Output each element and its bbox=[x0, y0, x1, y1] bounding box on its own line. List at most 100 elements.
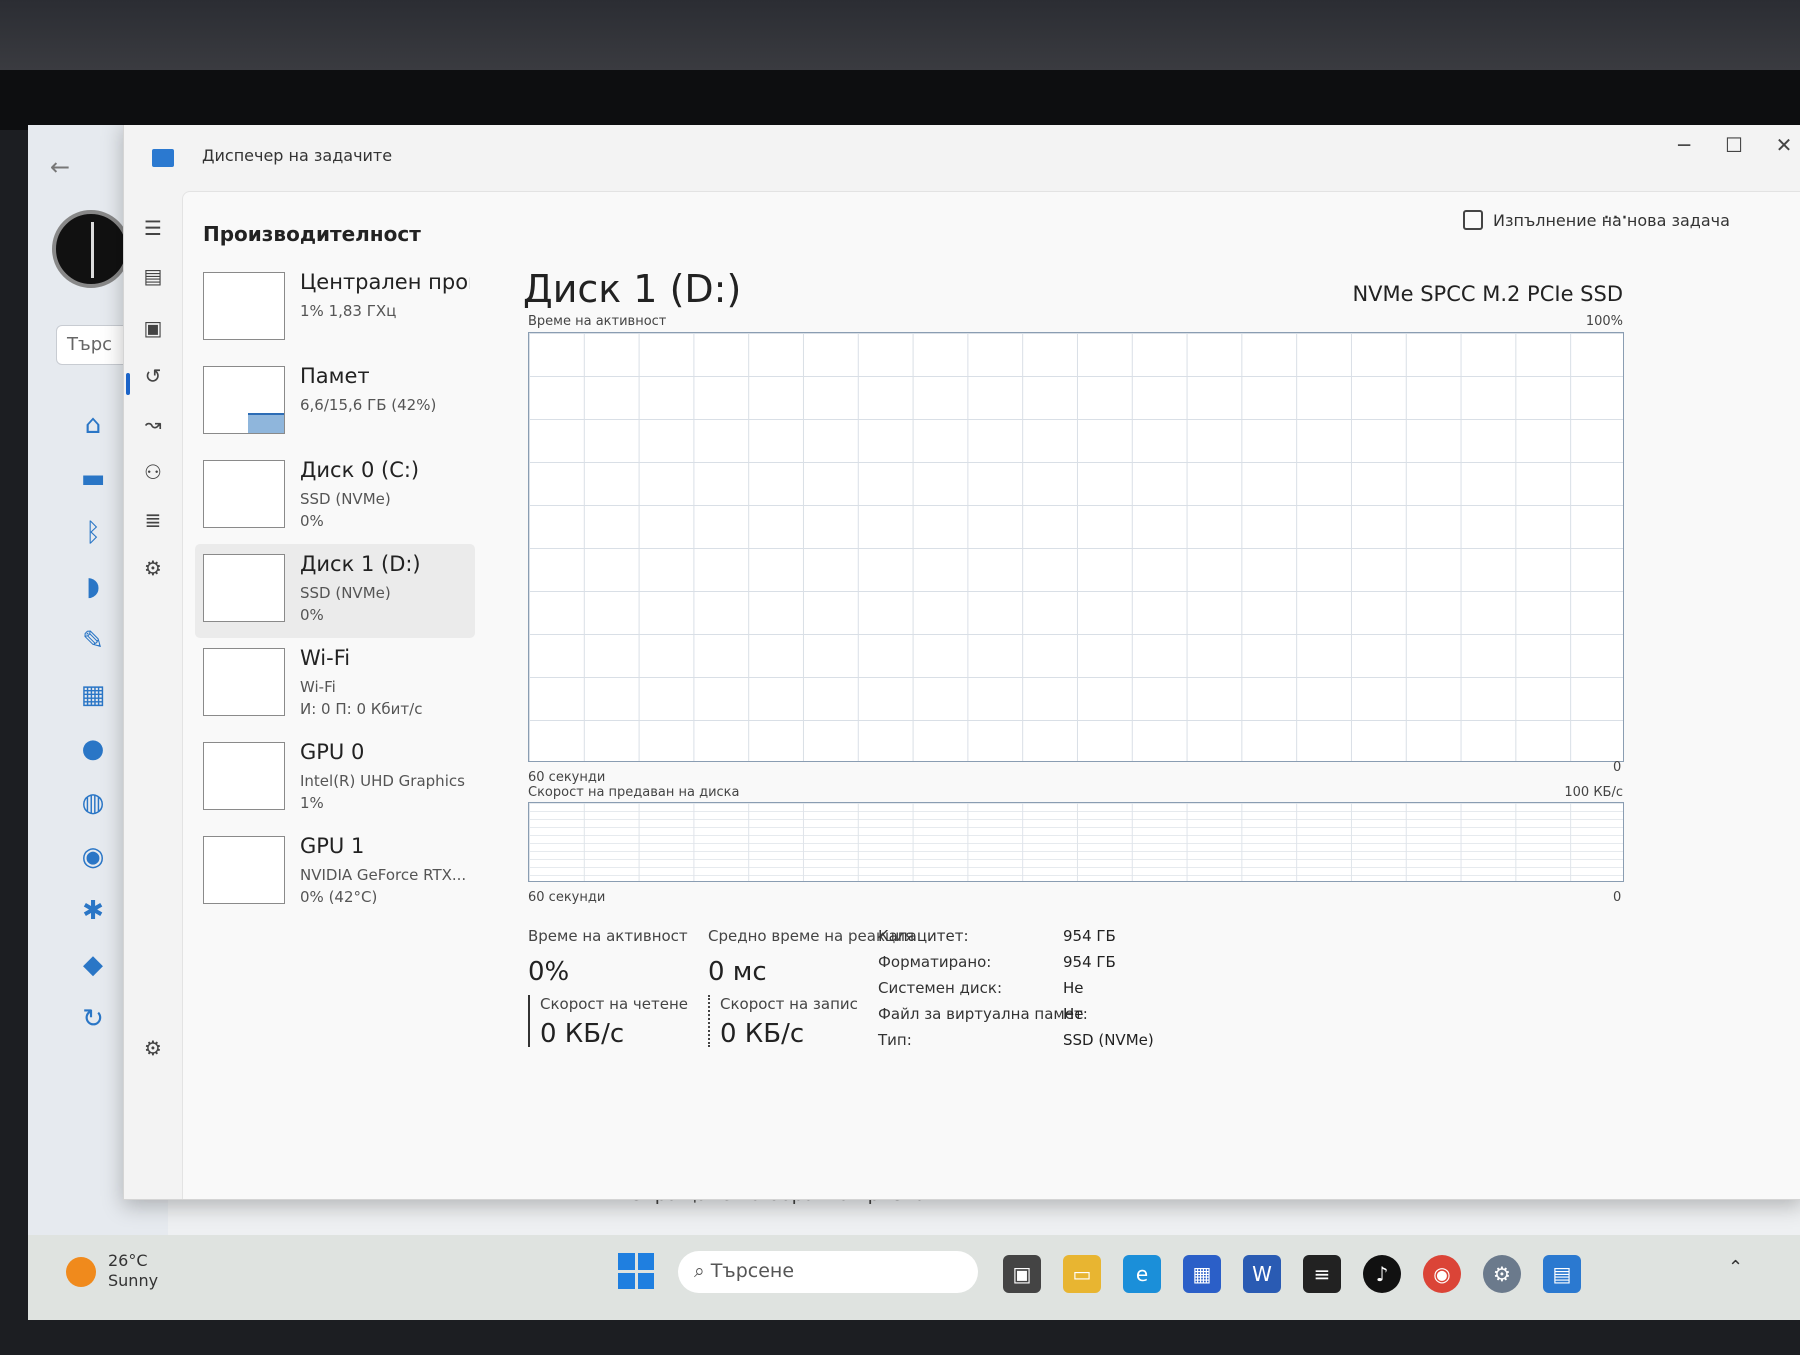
brand-logo bbox=[52, 210, 130, 288]
screen: ← Търс ⌂ ▬ ᛒ ◗ ✎ ▦ ● ◍ ◉ ✱ ◆ ↻ Изпращане… bbox=[28, 125, 1800, 1320]
device-item-wifi[interactable]: Wi-Fi Wi-Fi И: 0 П: 0 Кбит/с bbox=[195, 638, 475, 732]
response-time-value: 0 мс bbox=[708, 957, 767, 987]
brush-icon[interactable]: ✎ bbox=[68, 626, 118, 680]
window-title: Диспечер на задачите bbox=[202, 146, 393, 165]
device-item-gpu-0[interactable]: GPU 0 Intel(R) UHD Graphics 1% bbox=[195, 732, 475, 826]
task-manager-icon bbox=[152, 149, 174, 167]
device-name: Wi-Fi bbox=[300, 646, 351, 670]
system-disk-value: Не bbox=[1063, 979, 1084, 997]
device-thumbnail bbox=[203, 554, 285, 622]
wifi-icon[interactable]: ◗ bbox=[68, 572, 118, 626]
task-manager-window: Диспечер на задачите ─ ☐ ✕ ☰ ▤ ▣ ↺ ↝ ⚇ ≣… bbox=[123, 125, 1800, 1200]
taskbar: 26°C Sunny ⌕ Търсене ▣ ▭ e ▦ W ≡ ♪ ◉ ⚙ ▤… bbox=[28, 1235, 1800, 1320]
details-icon[interactable]: ≣ bbox=[136, 503, 170, 537]
device-thumbnail bbox=[203, 836, 285, 904]
device-usage: 1% bbox=[300, 794, 324, 812]
apps-icon[interactable]: ▦ bbox=[68, 680, 118, 734]
tiktok-icon[interactable]: ♪ bbox=[1363, 1255, 1401, 1293]
active-time-label: Време на активност bbox=[528, 927, 688, 945]
disk-model: NVMe SPCC M.2 PCIe SSD bbox=[1352, 282, 1623, 306]
page-file-label: Файл за виртуална памет: bbox=[878, 1005, 1088, 1023]
device-item-gpu-1[interactable]: GPU 1 NVIDIA GeForce RTX... 0% (42°C) bbox=[195, 826, 475, 920]
run-new-task-button[interactable]: Изпълнение на нова задача bbox=[1463, 210, 1730, 230]
file-explorer-icon[interactable]: ▭ bbox=[1063, 1255, 1101, 1293]
type-value: SSD (NVMe) bbox=[1063, 1031, 1154, 1049]
device-name: Централен процесор bbox=[300, 270, 470, 294]
performance-icon[interactable]: ▣ bbox=[136, 311, 170, 345]
taskbar-search[interactable]: ⌕ Търсене bbox=[678, 1251, 978, 1293]
weather-widget[interactable]: 26°C Sunny bbox=[108, 1251, 158, 1291]
capacity-label: Капацитет: bbox=[878, 927, 969, 945]
new-task-icon bbox=[1463, 210, 1483, 230]
device-name: GPU 1 bbox=[300, 834, 365, 858]
write-speed-label: Скорост на запис bbox=[720, 995, 858, 1013]
taskbar-search-label: Търсене bbox=[710, 1260, 795, 1282]
home-icon[interactable]: ⌂ bbox=[68, 410, 118, 464]
chrome-icon[interactable]: ◉ bbox=[1423, 1255, 1461, 1293]
account-icon[interactable]: ● bbox=[68, 734, 118, 788]
capacity-value: 954 ГБ bbox=[1063, 927, 1116, 945]
globe-icon[interactable]: ◍ bbox=[68, 788, 118, 842]
device-thumbnail bbox=[203, 366, 285, 434]
read-speed-marker bbox=[528, 995, 530, 1047]
page-file-value: Не bbox=[1063, 1005, 1084, 1023]
app-history-icon[interactable]: ↺ bbox=[136, 359, 170, 393]
system-disk-label: Системен диск: bbox=[878, 979, 1003, 997]
device-name: GPU 0 bbox=[300, 740, 365, 764]
transfer-chart-max: 100 КБ/с bbox=[1564, 785, 1623, 800]
activity-chart-label: Време на активност bbox=[528, 314, 667, 329]
start-button[interactable] bbox=[618, 1253, 654, 1289]
hamburger-menu-icon[interactable]: ☰ bbox=[136, 211, 170, 245]
minimize-button[interactable]: ─ bbox=[1664, 133, 1704, 157]
sun-icon[interactable] bbox=[66, 1257, 96, 1287]
services-icon[interactable]: ⚙ bbox=[136, 551, 170, 585]
device-item-disk-1[interactable]: Диск 1 (D:) SSD (NVMe) 0% bbox=[195, 544, 475, 638]
word-icon[interactable]: W bbox=[1243, 1255, 1281, 1293]
settings-icon[interactable]: ⚙ bbox=[136, 1031, 170, 1065]
processes-icon[interactable]: ▤ bbox=[136, 259, 170, 293]
device-detail: SSD (NVMe) bbox=[300, 490, 391, 508]
gamepad-icon[interactable]: ◉ bbox=[68, 842, 118, 896]
write-speed-marker bbox=[708, 995, 710, 1047]
back-arrow-icon[interactable]: ← bbox=[50, 153, 70, 181]
display-icon[interactable]: ▬ bbox=[68, 464, 118, 518]
startup-apps-icon[interactable]: ↝ bbox=[136, 407, 170, 441]
device-detail: Wi-Fi bbox=[300, 678, 336, 696]
shield-icon[interactable]: ◆ bbox=[68, 950, 118, 1004]
device-item-cpu[interactable]: Централен процесор 1% 1,83 ГХц bbox=[195, 262, 475, 356]
transfer-chart-time: 60 секунди bbox=[528, 890, 606, 905]
device-usage: 0% bbox=[300, 512, 324, 530]
task-view-icon[interactable]: ▣ bbox=[1003, 1255, 1041, 1293]
device-thumbnail bbox=[203, 272, 285, 340]
formatted-value: 954 ГБ bbox=[1063, 953, 1116, 971]
activity-chart-max: 100% bbox=[1585, 314, 1623, 329]
users-icon[interactable]: ⚇ bbox=[136, 455, 170, 489]
device-detail: Intel(R) UHD Graphics bbox=[300, 772, 465, 790]
transfer-chart-label: Скорост на предаван на диска bbox=[528, 785, 740, 800]
background-nav-icons: ⌂ ▬ ᛒ ◗ ✎ ▦ ● ◍ ◉ ✱ ◆ ↻ bbox=[68, 410, 118, 1058]
device-usage: 0% (42°C) bbox=[300, 888, 378, 906]
activity-chart-time: 60 секунди bbox=[528, 770, 606, 785]
weather-condition: Sunny bbox=[108, 1271, 159, 1290]
bluetooth-icon[interactable]: ᛒ bbox=[68, 518, 118, 572]
accessibility-icon[interactable]: ✱ bbox=[68, 896, 118, 950]
device-item-memory[interactable]: Памет 6,6/15,6 ГБ (42%) bbox=[195, 356, 475, 450]
read-speed-label: Скорост на четене bbox=[540, 995, 689, 1013]
settings-app-icon[interactable]: ⚙ bbox=[1483, 1255, 1521, 1293]
device-name: Диск 0 (C:) bbox=[300, 458, 420, 482]
edge-icon[interactable]: e bbox=[1123, 1255, 1161, 1293]
tray-overflow-icon[interactable]: ⌃ bbox=[1728, 1257, 1743, 1278]
device-name: Памет bbox=[300, 364, 370, 388]
transfer-rate-chart bbox=[528, 802, 1624, 882]
app-icon[interactable]: ≡ bbox=[1303, 1255, 1341, 1293]
device-name: Диск 1 (D:) bbox=[300, 552, 421, 576]
active-time-value: 0% bbox=[528, 957, 570, 987]
transfer-chart-min: 0 bbox=[1613, 890, 1622, 905]
maximize-button[interactable]: ☐ bbox=[1714, 133, 1754, 157]
device-item-disk-0[interactable]: Диск 0 (C:) SSD (NVMe) 0% bbox=[195, 450, 475, 544]
update-icon[interactable]: ↻ bbox=[68, 1004, 118, 1058]
close-button[interactable]: ✕ bbox=[1764, 133, 1800, 157]
store-icon[interactable]: ▦ bbox=[1183, 1255, 1221, 1293]
more-options-button[interactable]: ··· bbox=[1603, 206, 1630, 231]
task-manager-taskbar-icon[interactable]: ▤ bbox=[1543, 1255, 1581, 1293]
